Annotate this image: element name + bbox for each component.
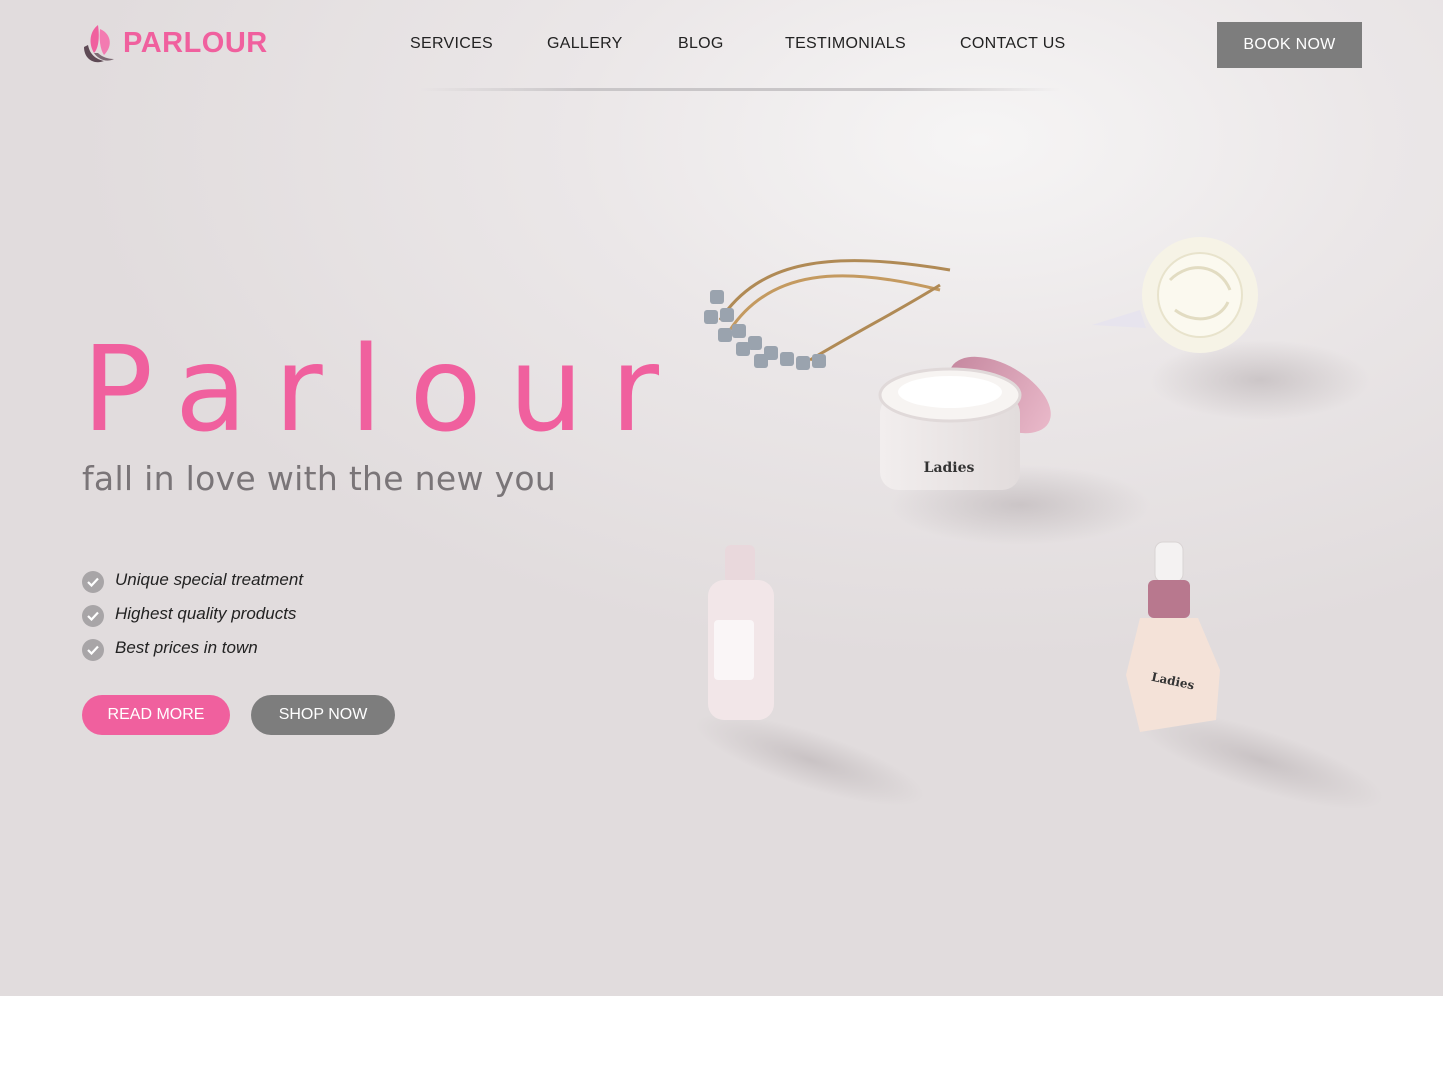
- butterfly-icon: [84, 25, 114, 63]
- nav-blog[interactable]: BLOG: [678, 35, 724, 53]
- cream-jar-product: Ladies: [878, 356, 1150, 545]
- hero-title: Parlour: [82, 320, 686, 458]
- shop-now-button[interactable]: SHOP NOW: [251, 695, 395, 735]
- logo[interactable]: PARLOUR: [80, 18, 280, 68]
- feature-text: Unique special treatment: [115, 570, 304, 589]
- feature-text: Highest quality products: [115, 604, 297, 623]
- pump-bottle-product: Ladies: [1126, 541, 1384, 810]
- nav-services[interactable]: SERVICES: [410, 35, 493, 53]
- jar-label: Ladies: [924, 460, 975, 476]
- feature-list: Unique special treatment Highest quality…: [82, 563, 303, 665]
- feature-item: Best prices in town: [82, 631, 303, 665]
- nav-divider: [420, 88, 1060, 91]
- hero-section: PARLOUR SERVICES GALLERY BLOG TESTIMONIA…: [0, 0, 1443, 996]
- bottle-product: [695, 545, 925, 806]
- feature-item: Unique special treatment: [82, 563, 303, 597]
- hero-subtitle: fall in love with the new you: [82, 459, 557, 498]
- logo-text: PARLOUR: [123, 26, 268, 59]
- check-circle-icon: [82, 571, 104, 593]
- hero-product-image: Ladies Ladies: [660, 220, 1420, 840]
- necklace-product: [704, 259, 951, 370]
- nav-contact-us[interactable]: CONTACT US: [960, 35, 1066, 53]
- book-now-button[interactable]: BOOK NOW: [1217, 22, 1362, 68]
- feature-text: Best prices in town: [115, 638, 258, 657]
- check-circle-icon: [82, 605, 104, 627]
- check-circle-icon: [82, 639, 104, 661]
- feature-item: Highest quality products: [82, 597, 303, 631]
- read-more-button[interactable]: READ MORE: [82, 695, 230, 735]
- nav-gallery[interactable]: GALLERY: [547, 35, 623, 53]
- nav-testimonials[interactable]: TESTIMONIALS: [785, 35, 906, 53]
- flower-product: [1092, 237, 1370, 420]
